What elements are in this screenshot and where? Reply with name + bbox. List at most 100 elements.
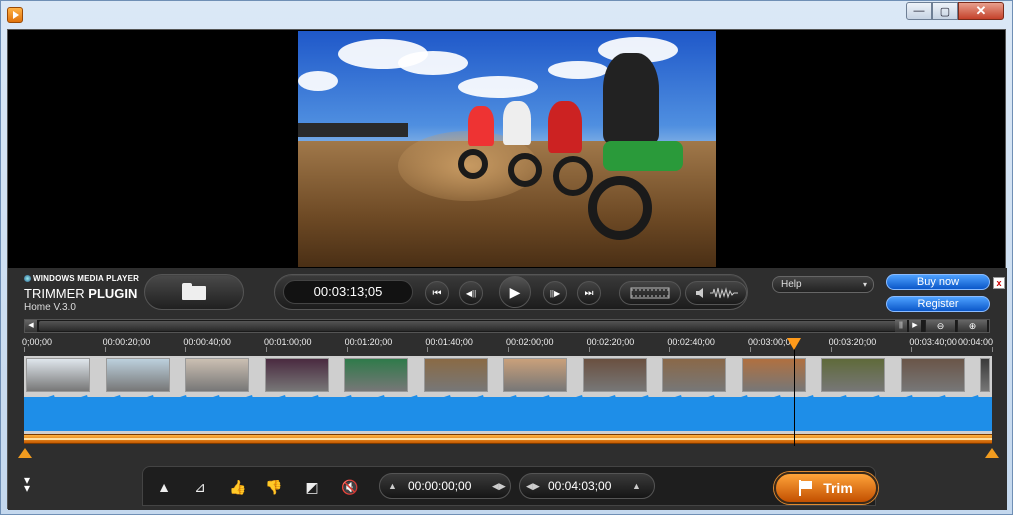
brand-title-bold: PLUGIN [88,286,138,301]
trim-button[interactable]: Trim [774,472,878,504]
thumbnail-strip[interactable] [24,356,992,394]
chevron-down-icon: ▾ [862,280,867,289]
skip-forward-button[interactable]: ⏭ [577,281,601,305]
waveform-peaks [24,395,992,431]
snapshot-icon[interactable]: ◩ [301,476,323,498]
ruler-tick [185,347,187,352]
ruler-label: 00:01:00;00 [264,337,312,347]
close-button[interactable]: ✕ [958,2,1004,20]
ruler-label: 00:01:40;00 [425,337,473,347]
video-thumbnail[interactable] [423,358,488,392]
ruler-label: 00:03:40;00 [909,337,957,347]
playhead-marker[interactable] [786,338,801,350]
folder-icon [182,283,206,301]
bike-wheel [553,156,593,196]
ruler-tick [992,347,993,352]
title-bar: — ▢ ✕ [1,1,1012,29]
scroll-right-icon[interactable]: ▶ [909,320,921,332]
range-start-handle[interactable] [18,448,32,458]
audio-mode-button[interactable] [685,281,747,305]
range-end-handle[interactable] [985,448,999,458]
video-thumbnail[interactable] [26,358,90,392]
clear-mark-icon[interactable]: ⊿ [189,476,211,498]
plugin-close-button[interactable]: x [993,277,1005,289]
bike-wheel [508,153,542,187]
step-forward-button[interactable]: ||▶ [543,281,567,305]
ruler-tick [911,347,913,352]
scrollbar-thumb[interactable] [39,321,905,331]
skip-back-button[interactable]: ⏮ [425,281,449,305]
expand-panel-icon[interactable]: ▾ ▾ [24,474,30,494]
video-thumbnail[interactable] [980,358,990,392]
cloud [398,51,468,75]
ruler-tick [346,347,348,352]
ruler-label: 00:02:40;00 [667,337,715,347]
play-icon[interactable] [7,7,23,23]
buy-now-button[interactable]: Buy now [886,274,990,290]
frame-mode-button[interactable] [619,281,681,305]
video-fence [298,123,408,137]
video-thumbnail[interactable] [105,358,170,392]
current-timecode: 00:03:13;05 [283,280,413,304]
video-thumbnail[interactable] [503,358,567,392]
ruler-tick [669,347,671,352]
cloud [548,61,608,79]
ruler-label: 00:01:20;00 [344,337,393,347]
filmstrip-icon [630,287,670,299]
maximize-button[interactable]: ▢ [932,2,958,20]
thumbs-down-icon[interactable]: 👎 [263,476,285,498]
end-time-field[interactable]: ◀▶ 00:04:03;00 ▲ [519,473,655,499]
timeline-ruler[interactable]: 0;00;00 00:00:20;00 00:00:40;00 00:01:00;00… [22,334,993,352]
control-panel: WINDOWS MEDIA PLAYER TRIMMER PLUGIN Home… [8,268,1007,510]
brand-caption: WINDOWS MEDIA PLAYER [24,274,139,283]
register-button[interactable]: Register [886,296,990,312]
ruler-tick [104,347,106,352]
thumbs-up-icon[interactable]: 👍 [227,476,249,498]
help-dropdown[interactable]: Help ▾ [772,276,874,293]
audio-waveform[interactable] [24,394,992,434]
rider [603,53,659,143]
waveform-shape [24,395,992,431]
video-thumbnail[interactable] [185,358,249,392]
video-thumbnail[interactable] [821,358,885,392]
nudge-start-icon[interactable]: ◀▶ [492,474,506,498]
minimize-button[interactable]: — [906,2,932,20]
ruler-tick [588,347,590,352]
open-file-button[interactable] [144,274,244,310]
mute-icon[interactable]: 🔇 [339,476,361,498]
step-back-button[interactable]: ◀|| [459,281,483,305]
mark-in-icon[interactable]: ▲ [153,476,175,498]
scroll-grip-icon[interactable]: || [895,320,907,332]
window-controls: — ▢ ✕ [906,2,1004,20]
waveform-icon [709,287,738,299]
zoom-out-icon[interactable]: ⊖ [925,320,955,332]
ruler-tick [266,347,267,352]
flag-icon [799,480,813,496]
brand-caption-text: WINDOWS MEDIA PLAYER [33,274,140,283]
speaker-icon [695,288,703,298]
zoom-in-icon[interactable]: ⊕ [957,320,987,332]
rider [503,101,531,145]
video-thumbnail[interactable] [900,358,965,392]
video-thumbnail[interactable] [582,358,647,392]
video-thumbnail[interactable] [344,358,408,392]
video-frame[interactable] [298,31,716,267]
ruler-tick [427,347,429,352]
start-time-field[interactable]: ▲ 00:00:00;00 ◀▶ [379,473,511,499]
trim-label: Trim [823,480,853,496]
edit-toolbar: ▲ ⊿ 👍 👎 ◩ 🔇 ▲ 00:00:00;00 ◀▶ ◀▶ 00:04:03… [142,466,876,506]
scroll-left-icon[interactable]: ◀ [25,320,37,332]
mark-start-icon[interactable]: ▲ [388,474,397,498]
play-button[interactable]: ▶ [499,276,531,308]
brand-title: TRIMMER PLUGIN [24,286,137,301]
playhead-line [793,338,795,446]
rider [548,101,582,153]
mark-end-icon[interactable]: ▲ [632,474,641,498]
video-thumbnail[interactable] [741,358,806,392]
timeline-scrollbar[interactable]: ◀ || ▶ ⊖ ⊕ [24,319,990,333]
video-thumbnail[interactable] [662,358,726,392]
nudge-end-icon[interactable]: ◀▶ [526,474,540,498]
selection-range-bar[interactable] [24,434,992,444]
video-thumbnail[interactable] [264,358,329,392]
app-window: — ▢ ✕ WINDOWS MEDIA PLAYER TRIMMER PLUGI… [0,0,1013,515]
